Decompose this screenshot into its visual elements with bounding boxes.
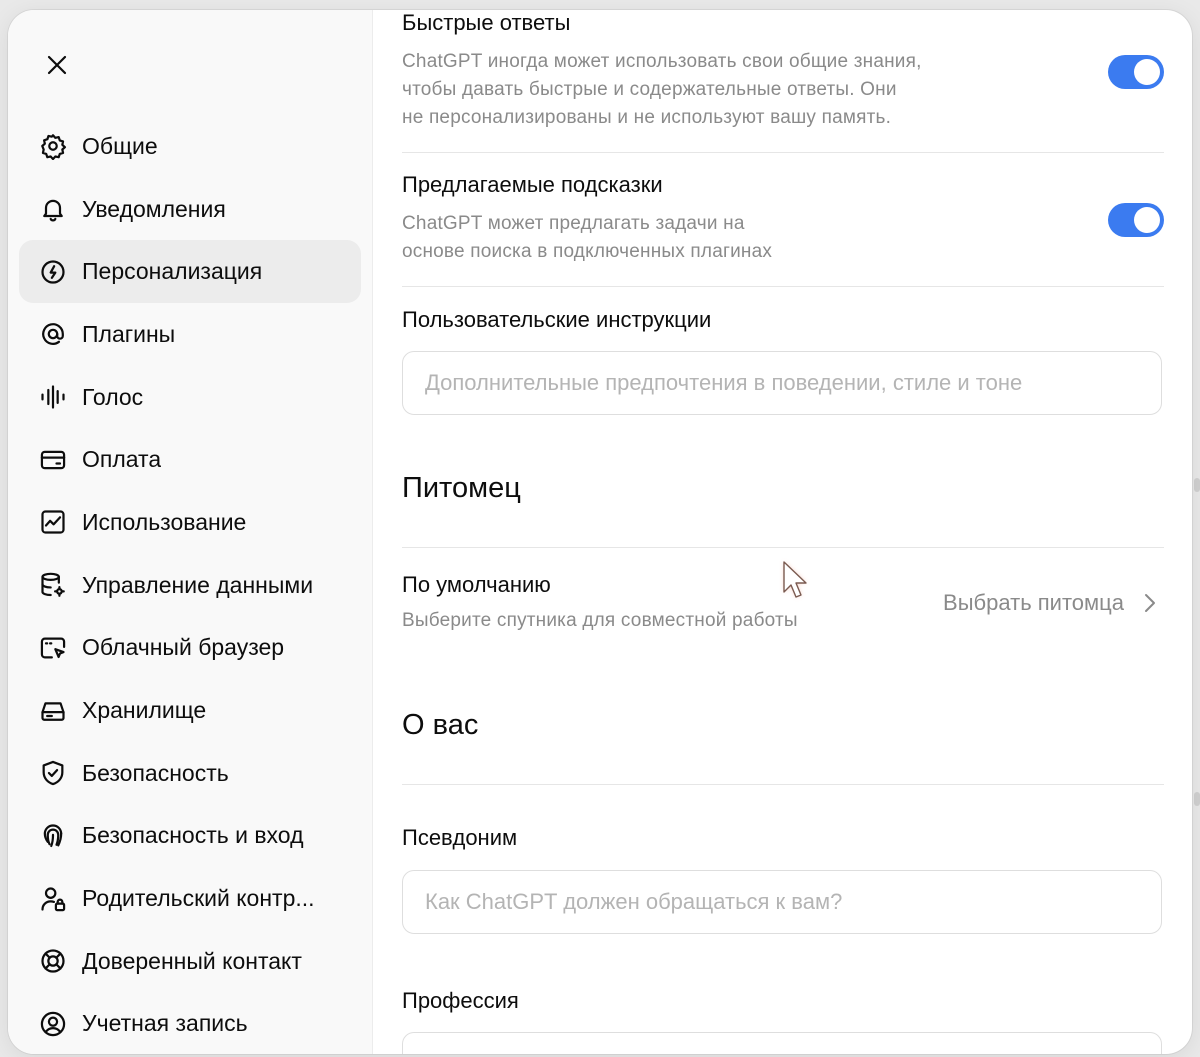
chevron-right-icon [1145, 594, 1155, 612]
sidebar-item-voice[interactable]: Голос [19, 366, 361, 429]
edge-indicator [1194, 478, 1200, 492]
suggested-prompts-desc: ChatGPT может предлагать задачи на основ… [402, 213, 773, 262]
mouse-cursor-icon [783, 561, 807, 598]
about-section-heading: О вас [402, 709, 479, 741]
sidebar-item-label: Доверенный контакт [82, 947, 302, 974]
sidebar-item-label: Родительский контр... [82, 885, 315, 912]
sidebar-item-security-login[interactable]: Безопасность и вход [19, 805, 361, 868]
divider [402, 286, 1164, 287]
nickname-title: Псевдоним [402, 825, 518, 850]
sidebar-item-plugins[interactable]: Плагины [19, 303, 361, 366]
close-button[interactable] [38, 46, 76, 84]
sidebar-item-label: Безопасность и вход [82, 822, 304, 849]
settings-nav: Общие Уведомления Персонализация Плагины [19, 115, 361, 1054]
sidebar-item-label: Плагины [82, 320, 176, 347]
sidebar-item-personalization[interactable]: Персонализация [19, 240, 361, 304]
cloud-browser-icon [38, 633, 68, 663]
gear-icon [38, 131, 68, 161]
sidebar-item-label: Использование [82, 508, 247, 535]
sidebar-item-notifications[interactable]: Уведомления [19, 178, 361, 241]
sidebar-item-label: Голос [82, 383, 144, 410]
quick-answers-toggle[interactable] [1108, 55, 1164, 89]
select-pet-button[interactable]: Выбрать питомца [943, 590, 1158, 616]
parental-user-icon [38, 884, 68, 914]
sidebar-item-label: Управление данными [82, 571, 314, 598]
sidebar-item-label: Оплата [82, 446, 162, 473]
settings-sidebar: Общие Уведомления Персонализация Плагины [8, 10, 373, 1054]
usage-chart-icon [38, 507, 68, 537]
settings-content: Быстрые ответы ChatGPT иногда может испо… [402, 10, 1164, 1054]
sidebar-item-storage[interactable]: Хранилище [19, 679, 361, 742]
profession-input[interactable] [402, 1032, 1162, 1054]
sidebar-item-label: Персонализация [82, 258, 263, 285]
pet-section-heading: Питомец [402, 472, 521, 504]
personalization-icon [38, 257, 68, 287]
sidebar-item-account[interactable]: Учетная запись [19, 993, 361, 1054]
toggle-knob [1134, 59, 1160, 85]
select-pet-label: Выбрать питомца [943, 590, 1124, 615]
nickname-input[interactable] [402, 870, 1162, 934]
sidebar-item-label: Безопасность [82, 759, 229, 786]
sidebar-item-label: Учетная запись [82, 1010, 248, 1037]
divider [402, 152, 1164, 153]
quick-answers-title: Быстрые ответы [402, 10, 571, 35]
pet-default-desc: Выберите спутника для совместной работы [402, 610, 798, 631]
bell-icon [38, 194, 68, 224]
divider [402, 547, 1164, 548]
at-sign-icon [38, 319, 68, 349]
sidebar-item-cloud-browser[interactable]: Облачный браузер [19, 617, 361, 680]
sidebar-item-data-controls[interactable]: Управление данными [19, 554, 361, 617]
custom-instructions-input[interactable] [402, 351, 1162, 415]
suggested-prompts-toggle[interactable] [1108, 203, 1164, 237]
profession-title: Профессия [402, 988, 519, 1013]
database-gear-icon [38, 570, 68, 600]
suggested-prompts-title: Предлагаемые подсказки [402, 172, 663, 197]
voice-waveform-icon [38, 382, 68, 412]
sidebar-item-general[interactable]: Общие [19, 115, 361, 178]
toggle-knob [1134, 207, 1160, 233]
edge-indicator [1194, 792, 1200, 806]
sidebar-item-label: Уведомления [82, 195, 226, 222]
custom-instructions-title: Пользовательские инструкции [402, 307, 712, 332]
storage-drive-icon [38, 696, 68, 726]
divider [402, 784, 1164, 785]
sidebar-item-parental-controls[interactable]: Родительский контр... [19, 867, 361, 930]
settings-dialog: Общие Уведомления Персонализация Плагины [8, 10, 1192, 1054]
pet-default-title: По умолчанию [402, 572, 551, 597]
fingerprint-icon [38, 821, 68, 851]
sidebar-item-label: Облачный браузер [82, 634, 285, 661]
sidebar-item-security[interactable]: Безопасность [19, 742, 361, 805]
close-icon [47, 55, 67, 75]
shield-check-icon [38, 758, 68, 788]
credit-card-icon [38, 445, 68, 475]
quick-answers-desc: ChatGPT иногда может использовать свои о… [402, 51, 922, 128]
sidebar-item-usage[interactable]: Использование [19, 491, 361, 554]
sidebar-item-trusted-contact[interactable]: Доверенный контакт [19, 930, 361, 993]
sidebar-item-billing[interactable]: Оплата [19, 428, 361, 491]
account-circle-icon [38, 1009, 68, 1039]
sidebar-item-label: Общие [82, 132, 158, 159]
sidebar-item-label: Хранилище [82, 697, 207, 724]
lifebuoy-icon [38, 946, 68, 976]
